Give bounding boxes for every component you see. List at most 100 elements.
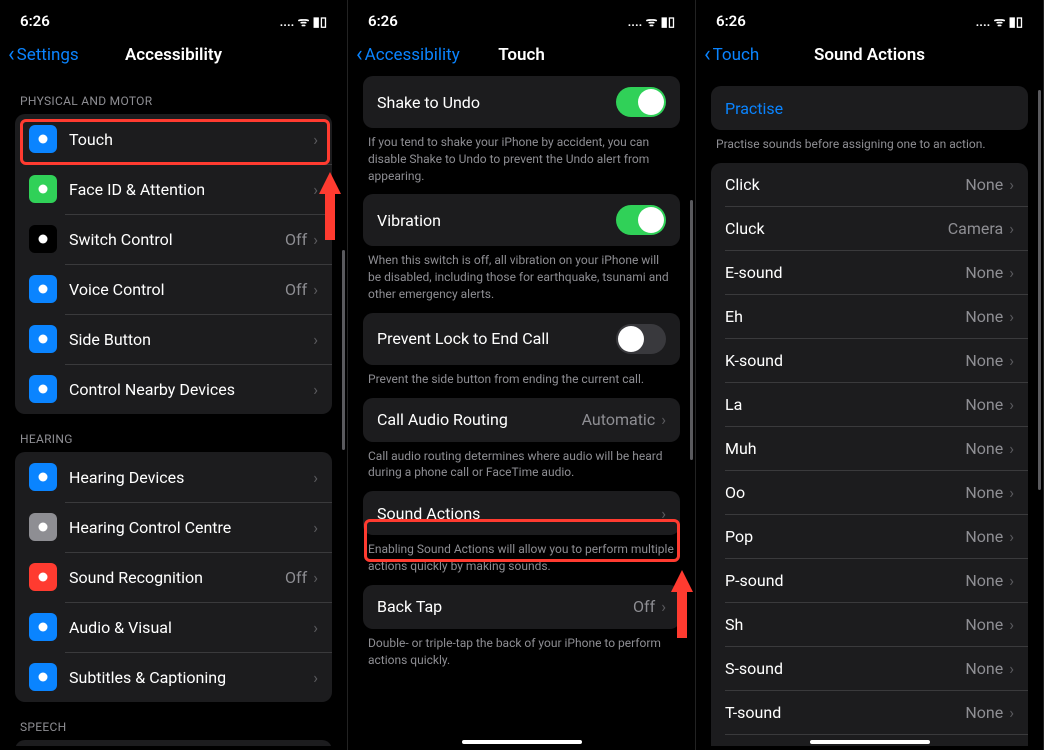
row-e-sound[interactable]: E-soundNone›: [711, 251, 1028, 295]
toggle-switch[interactable]: [616, 205, 666, 235]
sound-value: None: [965, 263, 1003, 282]
row-shake-to-undo[interactable]: Shake to Undo: [363, 76, 680, 128]
touch-icon: [29, 125, 57, 153]
group-back-tap: Back TapOff›: [363, 585, 680, 629]
row-sh[interactable]: ShNone›: [711, 603, 1028, 647]
section-header-hearing: HEARING: [0, 414, 347, 452]
audio-visual-icon: [29, 613, 57, 641]
sound-label: La: [725, 395, 965, 414]
chevron-right-icon: ›: [313, 330, 318, 349]
item-value: Off: [633, 597, 655, 616]
chevron-right-icon: ›: [1009, 263, 1014, 282]
row-p-sound[interactable]: P-soundNone›: [711, 559, 1028, 603]
item-label: Switch Control: [69, 230, 285, 249]
group-prevent-lock-to-end-call: Prevent Lock to End Call: [363, 313, 680, 365]
hearing-control-centre-icon: [29, 513, 57, 541]
scrollbar[interactable]: [1038, 90, 1041, 490]
sound-value: None: [965, 615, 1003, 634]
chevron-right-icon: ›: [1009, 439, 1014, 458]
hearing-devices-icon: [29, 463, 57, 491]
back-button[interactable]: ‹ Accessibility: [356, 44, 460, 66]
item-value: Off: [285, 280, 307, 299]
item-value: Off: [285, 230, 307, 249]
sound-value: None: [965, 351, 1003, 370]
row-sound-actions[interactable]: Sound Actions›: [363, 491, 680, 535]
status-time: 6:26: [368, 12, 398, 30]
chevron-right-icon: ›: [1009, 483, 1014, 502]
row-audio-visual[interactable]: Audio & Visual›: [15, 602, 332, 652]
sound-recognition-icon: [29, 563, 57, 591]
back-label: Touch: [713, 45, 760, 65]
row-eh[interactable]: EhNone›: [711, 295, 1028, 339]
scrollbar[interactable]: [690, 200, 693, 460]
row-muh[interactable]: MuhNone›: [711, 427, 1028, 471]
home-indicator[interactable]: [810, 740, 930, 744]
row-pop[interactable]: PopNone›: [711, 515, 1028, 559]
sound-label: Pop: [725, 527, 965, 546]
row-voice-control[interactable]: Voice ControlOff›: [15, 264, 332, 314]
chevron-right-icon: ›: [313, 468, 318, 487]
toggle-switch[interactable]: [616, 324, 666, 354]
nav-bar: ‹ Accessibility Touch: [348, 34, 695, 76]
chevron-right-icon: ›: [313, 668, 318, 687]
footer-text: Call audio routing determines where audi…: [348, 442, 695, 492]
practise-button[interactable]: Practise: [711, 86, 1028, 130]
row-back-tap[interactable]: Back TapOff›: [363, 585, 680, 629]
row-la[interactable]: LaNone›: [711, 383, 1028, 427]
content-scroll[interactable]: Shake to UndoIf you tend to shake your i…: [348, 76, 695, 746]
back-button[interactable]: ‹ Settings: [8, 44, 79, 66]
row-s-sound[interactable]: S-soundNone›: [711, 647, 1028, 691]
scrollbar[interactable]: [342, 250, 345, 450]
toggle-switch[interactable]: [616, 87, 666, 117]
row-oo[interactable]: OoNone›: [711, 471, 1028, 515]
item-label: Call Audio Routing: [377, 410, 582, 429]
row-k-sound[interactable]: K-soundNone›: [711, 339, 1028, 383]
chevron-left-icon: ‹: [8, 44, 15, 66]
item-label: Side Button: [69, 330, 313, 349]
content-scroll[interactable]: PHYSICAL AND MOTOR Touch›Face ID & Atten…: [0, 76, 347, 746]
back-label: Accessibility: [365, 45, 460, 65]
item-label: Hearing Control Centre: [69, 518, 313, 537]
row-click[interactable]: ClickNone›: [711, 163, 1028, 207]
home-indicator[interactable]: [462, 740, 582, 744]
status-indicators: .... ᯤ ▮▯: [628, 12, 675, 30]
toggle-knob: [638, 207, 664, 233]
row-call-audio-routing[interactable]: Call Audio RoutingAutomatic›: [363, 398, 680, 442]
row-t-sound[interactable]: T-soundNone›: [711, 691, 1028, 735]
status-bar: 6:26 .... ᯤ ▮▯: [348, 0, 695, 34]
row-side-button[interactable]: Side Button›: [15, 314, 332, 364]
status-time: 6:26: [716, 12, 746, 30]
subtitles-captioning-icon: [29, 663, 57, 691]
row-hearing-devices[interactable]: Hearing Devices›: [15, 452, 332, 502]
chevron-right-icon: ›: [1009, 307, 1014, 326]
row-live-speech[interactable]: Live SpeechOff›: [15, 740, 332, 746]
sound-value: None: [965, 527, 1003, 546]
sound-value: None: [965, 483, 1003, 502]
back-button[interactable]: ‹ Touch: [704, 44, 759, 66]
row-cluck[interactable]: CluckCamera›: [711, 207, 1028, 251]
row-prevent-lock-to-end-call[interactable]: Prevent Lock to End Call: [363, 313, 680, 365]
row-face-id-attention[interactable]: Face ID & Attention›: [15, 164, 332, 214]
row-switch-control[interactable]: Switch ControlOff›: [15, 214, 332, 264]
item-label: Subtitles & Captioning: [69, 668, 313, 687]
row-sound-recognition[interactable]: Sound RecognitionOff›: [15, 552, 332, 602]
chevron-right-icon: ›: [1009, 703, 1014, 722]
row-subtitles-captioning[interactable]: Subtitles & Captioning›: [15, 652, 332, 702]
sound-label: T-sound: [725, 703, 965, 722]
chevron-left-icon: ‹: [704, 44, 711, 66]
page-title: Sound Actions: [814, 45, 925, 65]
screen-accessibility: 6:26 .... ᯤ ▮▯ ‹ Settings Accessibility …: [0, 0, 348, 750]
group-call-audio-routing: Call Audio RoutingAutomatic›: [363, 398, 680, 442]
list-speech: Live SpeechOff›Vocal Shortcuts›: [15, 740, 332, 746]
section-header-physical: PHYSICAL AND MOTOR: [0, 76, 347, 114]
row-hearing-control-centre[interactable]: Hearing Control Centre›: [15, 502, 332, 552]
row-touch[interactable]: Touch›: [15, 114, 332, 164]
nav-bar: ‹ Touch Sound Actions: [696, 34, 1043, 76]
status-indicators: .... ᯤ ▮▯: [976, 12, 1023, 30]
row-control-nearby-devices[interactable]: Control Nearby Devices›: [15, 364, 332, 414]
page-title: Accessibility: [125, 45, 222, 65]
row-vibration[interactable]: Vibration: [363, 194, 680, 246]
content-scroll[interactable]: Practise Practise sounds before assignin…: [696, 76, 1043, 746]
voice-control-icon: [29, 275, 57, 303]
face-id-attention-icon: [29, 175, 57, 203]
